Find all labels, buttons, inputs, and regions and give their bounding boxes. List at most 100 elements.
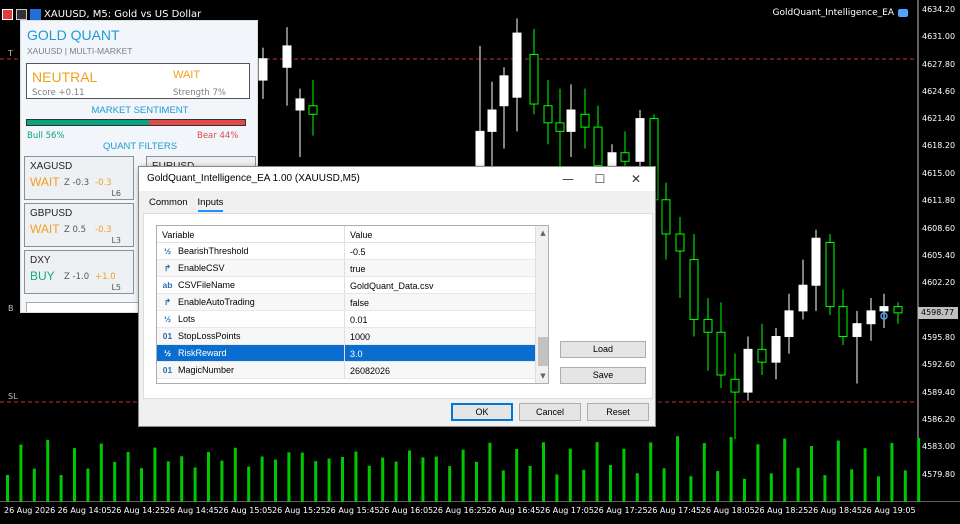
input-row[interactable]: ½ BearishThreshold -0.5	[157, 243, 535, 260]
filter-lag: L3	[111, 236, 121, 245]
volume-bar	[207, 451, 210, 502]
grid-scrollbar[interactable]: ▲ ▼	[535, 226, 548, 383]
volume-bar	[394, 461, 398, 502]
input-value-cell[interactable]: true	[345, 260, 535, 276]
price-tick-label: 4579.80	[922, 470, 956, 479]
input-value-cell[interactable]: 26082026	[345, 362, 535, 378]
volume-bar	[260, 456, 264, 502]
volume-bar	[515, 449, 519, 502]
candle-body	[555, 122, 565, 132]
candle-body	[566, 109, 576, 132]
ea-hat-icon	[898, 9, 908, 17]
input-variable-name: EnableAutoTrading	[178, 297, 255, 307]
sentiment-bear-fill	[149, 120, 245, 125]
input-variable-cell: ↱ EnableCSV	[157, 260, 345, 276]
column-header-variable[interactable]: Variable	[157, 226, 345, 242]
candle-body	[499, 75, 509, 107]
cancel-button[interactable]: Cancel	[519, 403, 581, 421]
volume-bar	[367, 465, 371, 502]
scroll-up-icon[interactable]: ▲	[536, 226, 548, 240]
filter-card: GBPUSD WAIT Z 0.5 -0.3 L3	[24, 203, 134, 247]
price-tick-label: 4589.40	[922, 388, 956, 397]
input-value-cell[interactable]: 3.0	[345, 345, 535, 361]
volume-bar	[582, 469, 586, 502]
filter-state: WAIT	[30, 175, 60, 189]
save-button[interactable]: Save	[560, 367, 646, 384]
chart-type-icon[interactable]	[16, 8, 27, 20]
candle-body	[529, 53, 539, 105]
input-row[interactable]: ↱ EnableAutoTrading false	[157, 294, 535, 311]
input-row[interactable]: ½ Lots 0.01	[157, 311, 535, 328]
scroll-down-icon[interactable]: ▼	[536, 369, 548, 383]
trade-direction-icon[interactable]	[30, 8, 41, 20]
volume-bar	[327, 458, 331, 502]
ea-attached-label[interactable]: GoldQuant_Intelligence_EA	[773, 8, 908, 18]
column-header-value[interactable]: Value	[345, 226, 535, 242]
candle-body	[295, 98, 305, 111]
input-row[interactable]: 01 StopLossPoints 1000	[157, 328, 535, 345]
time-tick-label: 26 Aug 17:05	[540, 506, 594, 515]
load-button[interactable]: Load	[560, 341, 646, 358]
time-tick-label: 26 Aug 17:25	[593, 506, 648, 515]
input-row[interactable]: ab CSVFileName GoldQuant_Data.csv	[157, 277, 535, 294]
current-price-tag: 4598.77	[918, 307, 958, 319]
candle-body	[879, 306, 889, 312]
input-value-cell[interactable]: 1000	[345, 328, 535, 344]
candle-body	[675, 233, 685, 252]
close-icon[interactable]: ✕	[625, 169, 647, 189]
volume-bar	[32, 468, 36, 502]
price-tick-label: 4595.80	[922, 333, 956, 342]
price-tick-label: 4621.40	[922, 114, 956, 123]
volume-bar	[247, 466, 251, 502]
signal-strength: Strength 7%	[173, 88, 226, 98]
volume-bar	[233, 447, 237, 502]
volume-bar	[140, 468, 143, 502]
ea-name: GoldQuant_Intelligence_EA	[772, 8, 894, 18]
filter-change: -0.3	[95, 225, 112, 235]
volume-bar	[729, 437, 733, 502]
input-variable-name: CSVFileName	[178, 280, 236, 290]
sl-line-label: SL	[8, 392, 18, 401]
volume-bar	[823, 475, 827, 502]
input-row[interactable]: ↱ EnableCSV true	[157, 260, 535, 277]
volume-bar	[166, 461, 170, 502]
volume-bar	[716, 471, 720, 502]
scroll-thumb[interactable]	[538, 337, 548, 366]
time-tick-label: 26 Aug 14:25	[111, 506, 166, 515]
bear-percent: Bear 44%	[197, 131, 239, 141]
maximize-icon[interactable]: ☐	[589, 169, 611, 189]
input-variable-name: BearishThreshold	[178, 246, 249, 256]
candle-body	[771, 336, 781, 363]
volume-bar	[783, 438, 787, 502]
volume-bar	[836, 440, 840, 502]
input-value-cell[interactable]: -0.5	[345, 243, 535, 259]
candle-body	[543, 105, 553, 124]
input-value-cell[interactable]: 0.01	[345, 311, 535, 327]
price-tick-label: 4586.20	[922, 415, 956, 424]
dialog-title-bar[interactable]: GoldQuant_Intelligence_EA 1.00 (XAUUSD,M…	[139, 167, 655, 191]
volume-bar	[542, 442, 545, 502]
volume-bar	[903, 470, 907, 502]
param-type-icon: ½	[163, 314, 172, 324]
reset-button[interactable]: Reset	[587, 403, 649, 421]
input-row[interactable]: 01 MagicNumber 26082026	[157, 362, 535, 379]
tab-inputs[interactable]: Inputs	[197, 197, 224, 212]
input-value-cell[interactable]: false	[345, 294, 535, 310]
minimize-icon[interactable]: —	[557, 169, 579, 189]
tab-common[interactable]: Common	[149, 197, 188, 212]
volume-bar	[434, 456, 438, 502]
volume-bar	[46, 439, 50, 502]
time-tick-label: 26 Aug 15:05	[218, 506, 273, 515]
volume-bar	[99, 443, 103, 502]
sentiment-bull-fill	[27, 120, 150, 125]
candle-body	[512, 32, 522, 98]
volume-bar	[662, 468, 666, 502]
volume-bar	[702, 443, 706, 502]
chart-menu-icon[interactable]	[2, 8, 13, 20]
input-row[interactable]: ½ RiskReward 3.0	[157, 345, 535, 362]
ok-button[interactable]: OK	[451, 403, 513, 421]
volume-bar	[19, 444, 23, 502]
volume-bar	[113, 461, 117, 502]
filter-symbol: DXY	[30, 255, 51, 266]
input-value-cell[interactable]: GoldQuant_Data.csv	[345, 277, 535, 293]
